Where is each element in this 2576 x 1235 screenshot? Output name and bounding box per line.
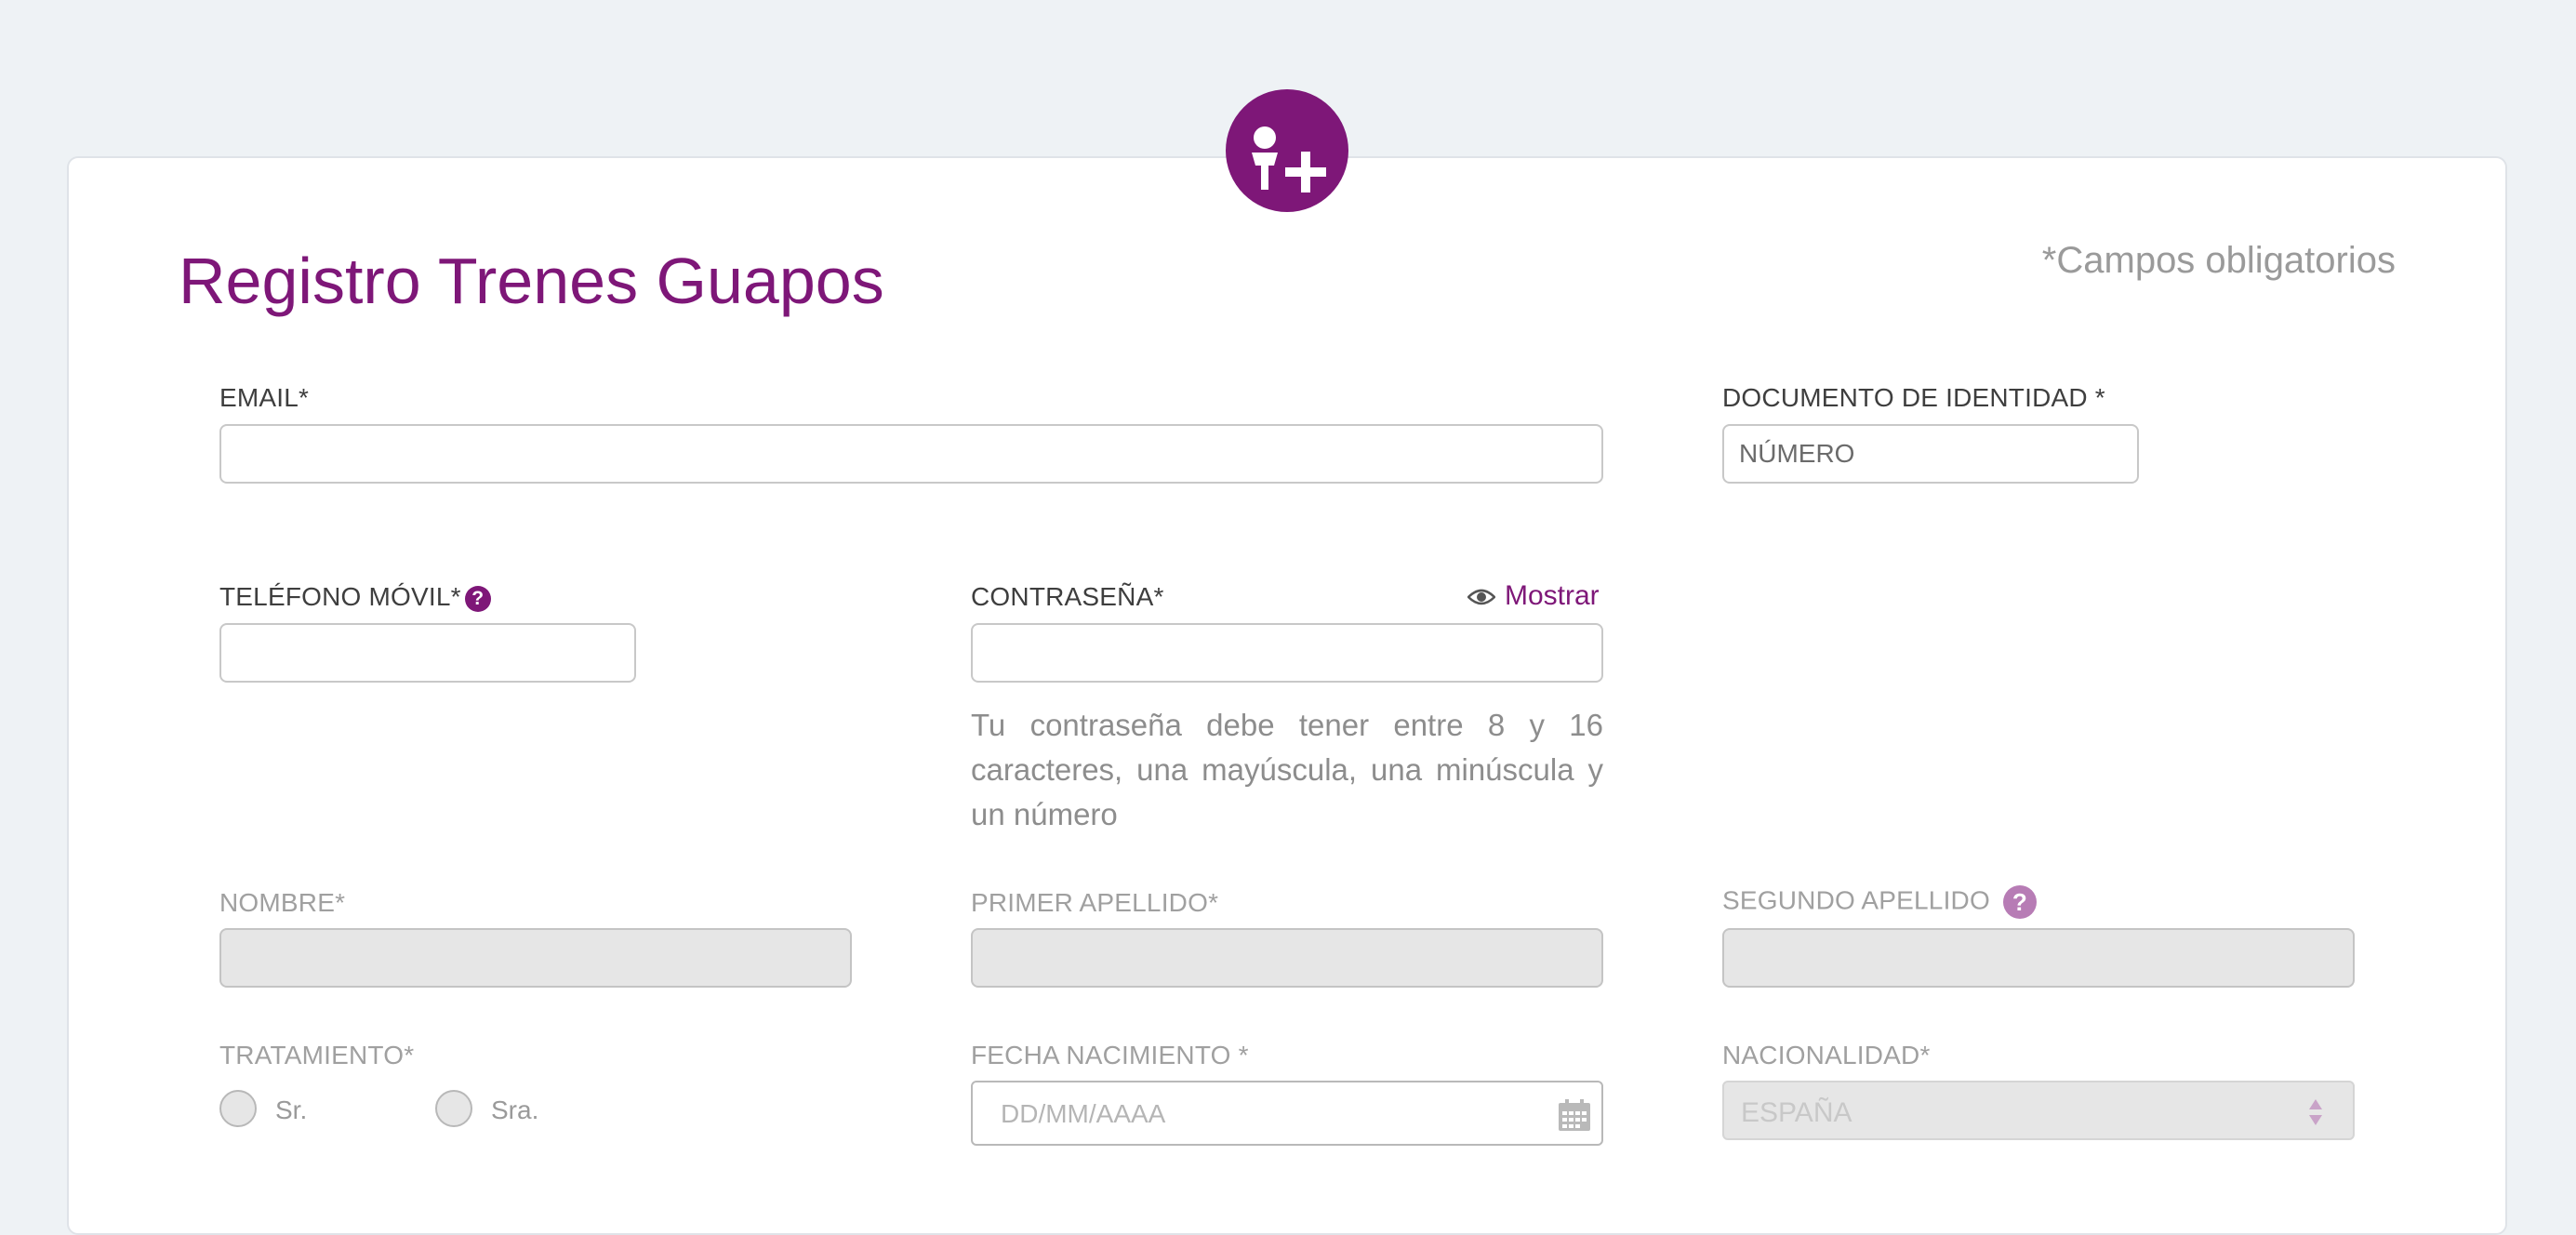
add-user-icon xyxy=(1226,89,1348,212)
nacionalidad-selected: ESPAÑA xyxy=(1741,1097,1852,1128)
required-fields-note: *Campos obligatorios xyxy=(2041,240,2396,281)
registration-card xyxy=(67,156,2507,1235)
password-field[interactable] xyxy=(971,623,1603,683)
fecha-nacimiento-label: FECHA NACIMIENTO * xyxy=(971,1041,1249,1069)
tratamiento-label: TRATAMIENTO* xyxy=(219,1041,415,1069)
radio-sra[interactable] xyxy=(435,1090,472,1127)
documento-field[interactable] xyxy=(1722,424,2139,484)
segundo-apellido-field xyxy=(1722,928,2355,988)
radio-sra-label: Sra. xyxy=(491,1096,539,1124)
telefono-field[interactable] xyxy=(219,623,636,683)
page-title: Registro Trenes Guapos xyxy=(179,245,884,317)
nombre-label: NOMBRE* xyxy=(219,888,346,917)
primer-apellido-label: PRIMER APELLIDO* xyxy=(971,888,1219,917)
show-password-label: Mostrar xyxy=(1505,580,1600,611)
nacionalidad-label: NACIONALIDAD* xyxy=(1722,1041,1931,1069)
nombre-field xyxy=(219,928,852,988)
nacionalidad-select: ESPAÑA xyxy=(1722,1081,2355,1140)
fecha-placeholder: DD/MM/AAAA xyxy=(1001,1099,1166,1128)
radio-sr[interactable] xyxy=(219,1090,257,1127)
segundo-apellido-label-text: SEGUNDO APELLIDO xyxy=(1722,885,1990,915)
question-icon[interactable]: ? xyxy=(464,585,491,612)
eye-icon xyxy=(1467,589,1496,605)
segundo-apellido-label: SEGUNDO APELLIDO? xyxy=(1722,885,2037,919)
telefono-label: TELÉFONO MÓVIL*? xyxy=(219,582,491,612)
fecha-nacimiento-field[interactable]: DD/MM/AAAA xyxy=(971,1081,1603,1146)
email-field[interactable] xyxy=(219,424,1603,484)
contrasena-label: CONTRASEÑA* xyxy=(971,582,1164,611)
email-label: EMAIL* xyxy=(219,383,310,412)
calendar-icon[interactable] xyxy=(1557,1097,1592,1133)
show-password-button[interactable]: Mostrar xyxy=(1467,580,1600,612)
radio-sr-label: Sr. xyxy=(275,1096,308,1124)
primer-apellido-field xyxy=(971,928,1603,988)
telefono-label-text: TELÉFONO MÓVIL* xyxy=(219,582,461,611)
question-icon[interactable]: ? xyxy=(2002,885,2037,919)
sort-arrows-icon xyxy=(2309,1099,2322,1125)
documento-label: DOCUMENTO DE IDENTIDAD * xyxy=(1722,383,2105,412)
password-hint: Tu contraseña debe tener entre 8 y 16 ca… xyxy=(971,708,1603,831)
